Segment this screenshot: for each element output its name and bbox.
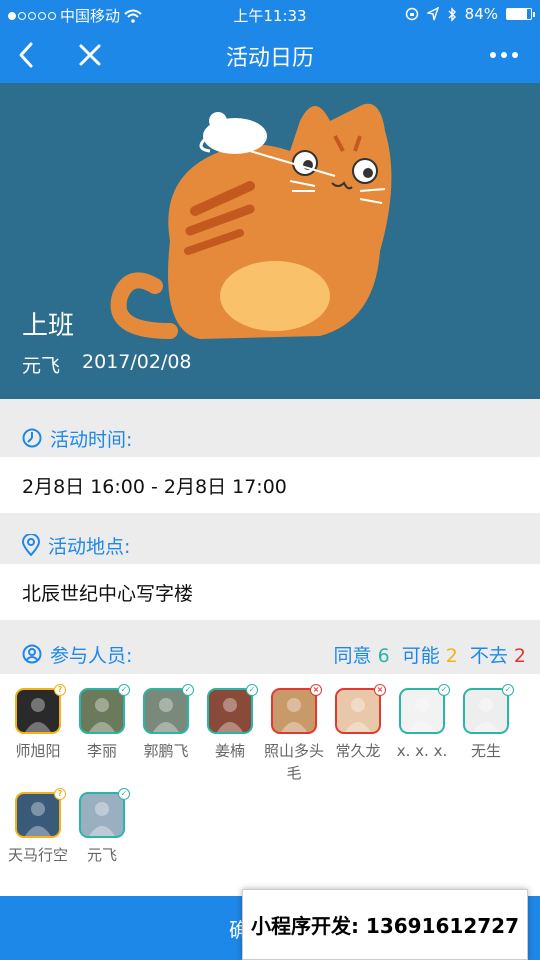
avatar[interactable] <box>207 688 253 734</box>
avatar[interactable] <box>15 688 61 734</box>
user-circle-icon <box>22 644 42 664</box>
avatar-silhouette-icon <box>345 698 371 732</box>
participant-name: 无生 <box>470 742 501 760</box>
battery-icon <box>506 8 535 20</box>
avatar[interactable] <box>15 792 61 838</box>
avatar-silhouette-icon <box>281 698 307 732</box>
avatar[interactable] <box>79 688 125 734</box>
place-value: 北辰世纪中心写字楼 <box>22 582 194 605</box>
check-badge-icon: ✓ <box>502 684 514 696</box>
participant-name: 照山多头毛 <box>263 742 324 782</box>
status-bar: 中国移动 上午11:33 84% <box>0 0 540 28</box>
x-badge-icon: × <box>310 684 322 696</box>
participant[interactable]: ✓ 李丽 <box>70 684 134 762</box>
place-label: 活动地点: <box>48 535 131 558</box>
avatar-silhouette-icon <box>153 698 179 732</box>
avatar[interactable] <box>271 688 317 734</box>
participant[interactable]: ✓ 元飞 <box>70 788 134 866</box>
x-badge-icon: × <box>374 684 386 696</box>
participant-name: 姜楠 <box>214 742 245 760</box>
event-date: 2017/02/08 <box>82 351 192 373</box>
location-icon <box>426 7 439 21</box>
cat-illustration <box>110 103 392 340</box>
participant[interactable]: ? 天马行空 <box>6 788 70 866</box>
check-badge-icon: ✓ <box>118 684 130 696</box>
event-title: 上班 <box>22 311 75 341</box>
participant[interactable]: ✓ 无生 <box>454 684 518 762</box>
question-badge-icon: ? <box>54 684 66 696</box>
avatar[interactable] <box>463 688 509 734</box>
page-title: 活动日历 <box>225 46 314 71</box>
rotation-lock-icon <box>405 7 418 21</box>
question-badge-icon: ? <box>54 788 66 800</box>
avatar[interactable] <box>79 792 125 838</box>
participant[interactable]: ? 师旭阳 <box>6 684 70 762</box>
event-author: 元飞 <box>22 355 61 377</box>
check-badge-icon: ✓ <box>182 684 194 696</box>
time-value: 2月8日 16:00 - 2月8日 17:00 <box>22 475 287 498</box>
more-options-icon[interactable] <box>490 52 518 58</box>
participant-name: x. x. x. <box>396 742 448 760</box>
participants-label: 参与人员: <box>50 644 133 667</box>
participants-grid: ? 师旭阳 ✓ 李丽 ✓ 郭鹏飞 ✓ 姜楠 × 照山多头毛 × 常久龙 ✓ x. x. x. ✓ 无生? 天马行… <box>0 674 540 896</box>
navigation-bar: 活动日历 <box>0 28 540 83</box>
avatar[interactable] <box>399 688 445 734</box>
avatar-silhouette-icon <box>25 698 51 732</box>
event-banner: 上班 元飞 2017/02/08 <box>0 83 540 399</box>
participant-name: 李丽 <box>86 742 117 760</box>
avatar[interactable] <box>143 688 189 734</box>
time-label: 活动时间: <box>50 428 133 451</box>
avatar-silhouette-icon <box>25 802 51 836</box>
avatar[interactable] <box>335 688 381 734</box>
check-badge-icon: ✓ <box>118 788 130 800</box>
promo-banner: 小程序开发: 13691612727 <box>242 889 528 960</box>
participant[interactable]: ✓ 郭鹏飞 <box>134 684 198 762</box>
avatar-silhouette-icon <box>217 698 243 732</box>
avatar-silhouette-icon <box>89 698 115 732</box>
participant[interactable]: × 照山多头毛 <box>262 684 326 784</box>
no-count: 不去 2 <box>469 644 526 667</box>
check-badge-icon: ✓ <box>438 684 450 696</box>
avatar-silhouette-icon <box>473 698 499 732</box>
clock-icon <box>22 428 42 448</box>
participant[interactable]: ✓ x. x. x. <box>390 684 454 762</box>
response-counts: 同意 6 可能 2 不去 2 <box>334 641 526 668</box>
location-pin-icon <box>22 534 40 556</box>
participant-name: 元飞 <box>86 846 117 864</box>
check-badge-icon: ✓ <box>246 684 258 696</box>
participant[interactable]: ✓ 姜楠 <box>198 684 262 762</box>
avatar-silhouette-icon <box>409 698 435 732</box>
avatar-silhouette-icon <box>89 802 115 836</box>
maybe-count: 可能 2 <box>401 644 458 667</box>
participant-name: 常久龙 <box>335 742 381 760</box>
participant[interactable]: × 常久龙 <box>326 684 390 762</box>
time-value-row: 2月8日 16:00 - 2月8日 17:00 <box>0 457 540 513</box>
battery-percent: 84% <box>464 5 498 23</box>
participant-name: 师旭阳 <box>15 742 61 760</box>
agree-count: 同意 6 <box>333 644 390 667</box>
place-value-row: 北辰世纪中心写字楼 <box>0 564 540 620</box>
participant-name: 天马行空 <box>7 846 68 864</box>
bluetooth-icon <box>448 6 456 22</box>
participant-name: 郭鹏飞 <box>143 742 189 760</box>
